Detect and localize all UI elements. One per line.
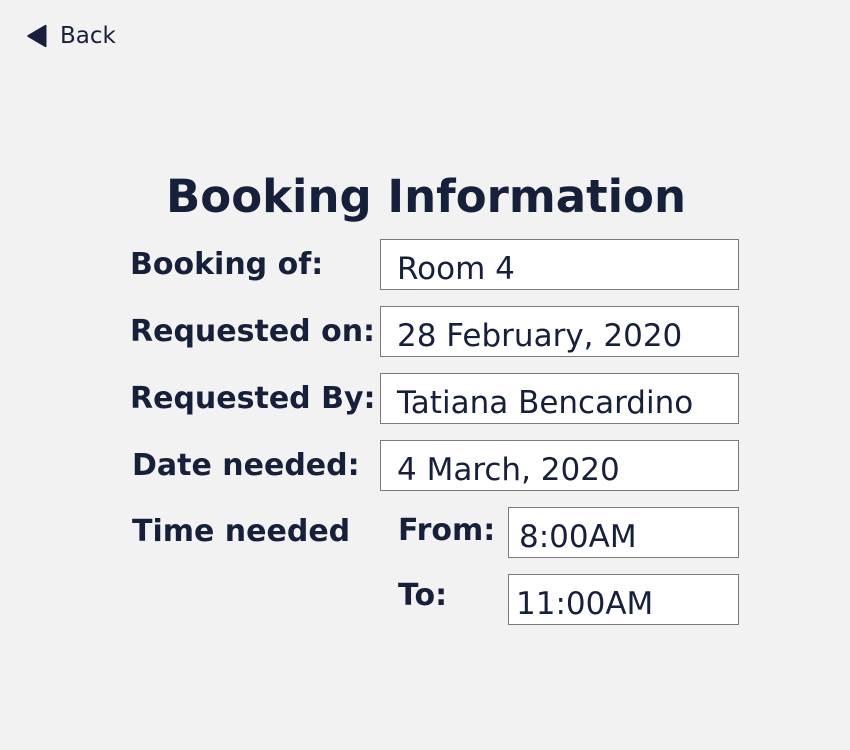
requested-by-label: Requested By: <box>130 381 376 416</box>
booking-of-field[interactable]: Room 4 <box>380 239 739 290</box>
booking-information-page: Back Booking Information Booking of: Roo… <box>0 0 850 750</box>
requested-on-label: Requested on: <box>130 314 376 349</box>
back-button-label: Back <box>60 23 116 49</box>
back-arrow-icon <box>24 23 48 49</box>
time-to-field[interactable]: 11:00AM <box>508 574 739 625</box>
requested-on-field[interactable]: 28 February, 2020 <box>380 306 739 357</box>
time-from-field[interactable]: 8:00AM <box>508 507 739 558</box>
date-needed-field[interactable]: 4 March, 2020 <box>380 440 739 491</box>
booking-of-label: Booking of: <box>130 247 324 282</box>
time-to-label: To: <box>398 578 448 613</box>
requested-by-field[interactable]: Tatiana Bencardino <box>380 373 739 424</box>
time-from-label: From: <box>398 513 496 548</box>
time-needed-label: Time needed <box>132 514 351 549</box>
back-button[interactable]: Back <box>24 22 116 50</box>
date-needed-label: Date needed: <box>132 448 360 483</box>
page-title: Booking Information <box>165 170 686 223</box>
